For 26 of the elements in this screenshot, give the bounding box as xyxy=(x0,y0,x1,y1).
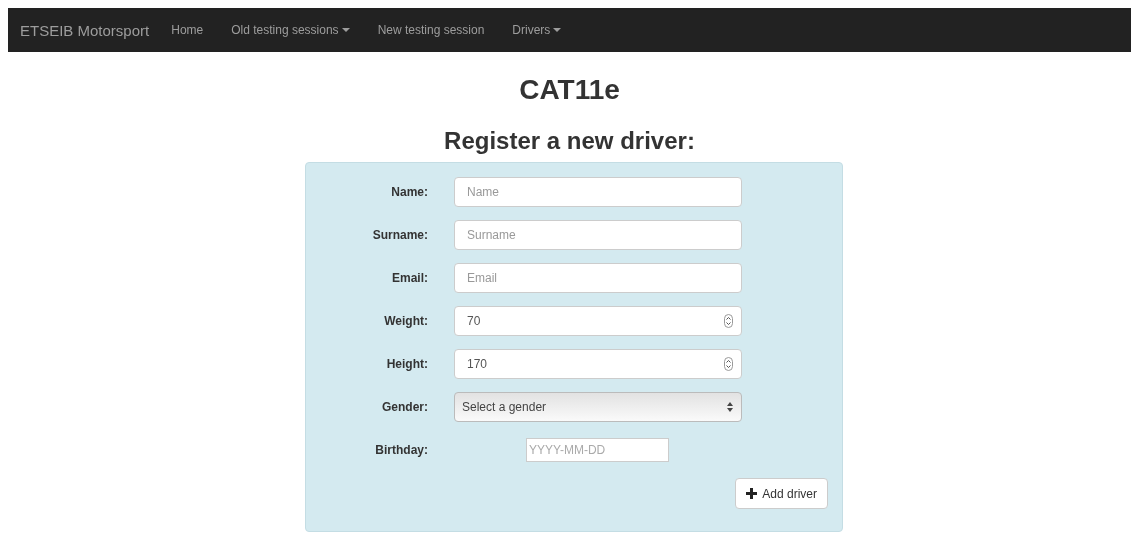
page-title: CAT11e xyxy=(518,73,621,107)
field-label: Surname: xyxy=(371,228,428,242)
field-label: Weight: xyxy=(383,314,428,328)
nav-link[interactable]: Drivers xyxy=(512,23,562,37)
field-label: Name: xyxy=(390,185,428,199)
text-field[interactable]: Name xyxy=(454,177,742,207)
number-field[interactable]: 70 xyxy=(454,306,742,336)
spinner-icon[interactable] xyxy=(724,357,733,371)
number-field[interactable]: 170 xyxy=(454,349,742,379)
field-label: Email: xyxy=(391,271,428,285)
text-field[interactable]: Email xyxy=(454,263,742,293)
plus-icon xyxy=(746,488,758,499)
text-field[interactable]: Surname xyxy=(454,220,742,250)
add-driver-button[interactable]: Add driver xyxy=(735,478,828,509)
gender-dropdown[interactable]: Select a gender xyxy=(454,392,742,422)
field-label: Birthday: xyxy=(374,443,428,457)
updown-arrows-icon xyxy=(727,402,733,412)
form-heading: Register a new driver: xyxy=(443,126,696,156)
nav-link[interactable]: Old testing sessions xyxy=(231,23,350,37)
spinner-icon[interactable] xyxy=(724,314,733,328)
field-label: Gender: xyxy=(381,400,428,414)
brand-link[interactable]: ETSEIB Motorsport xyxy=(20,21,150,39)
field-label: Height: xyxy=(385,357,428,371)
date-field[interactable]: YYYY-MM-DD xyxy=(526,438,669,462)
nav-link[interactable]: Home xyxy=(171,23,204,37)
nav-link[interactable]: New testing session xyxy=(377,23,485,37)
